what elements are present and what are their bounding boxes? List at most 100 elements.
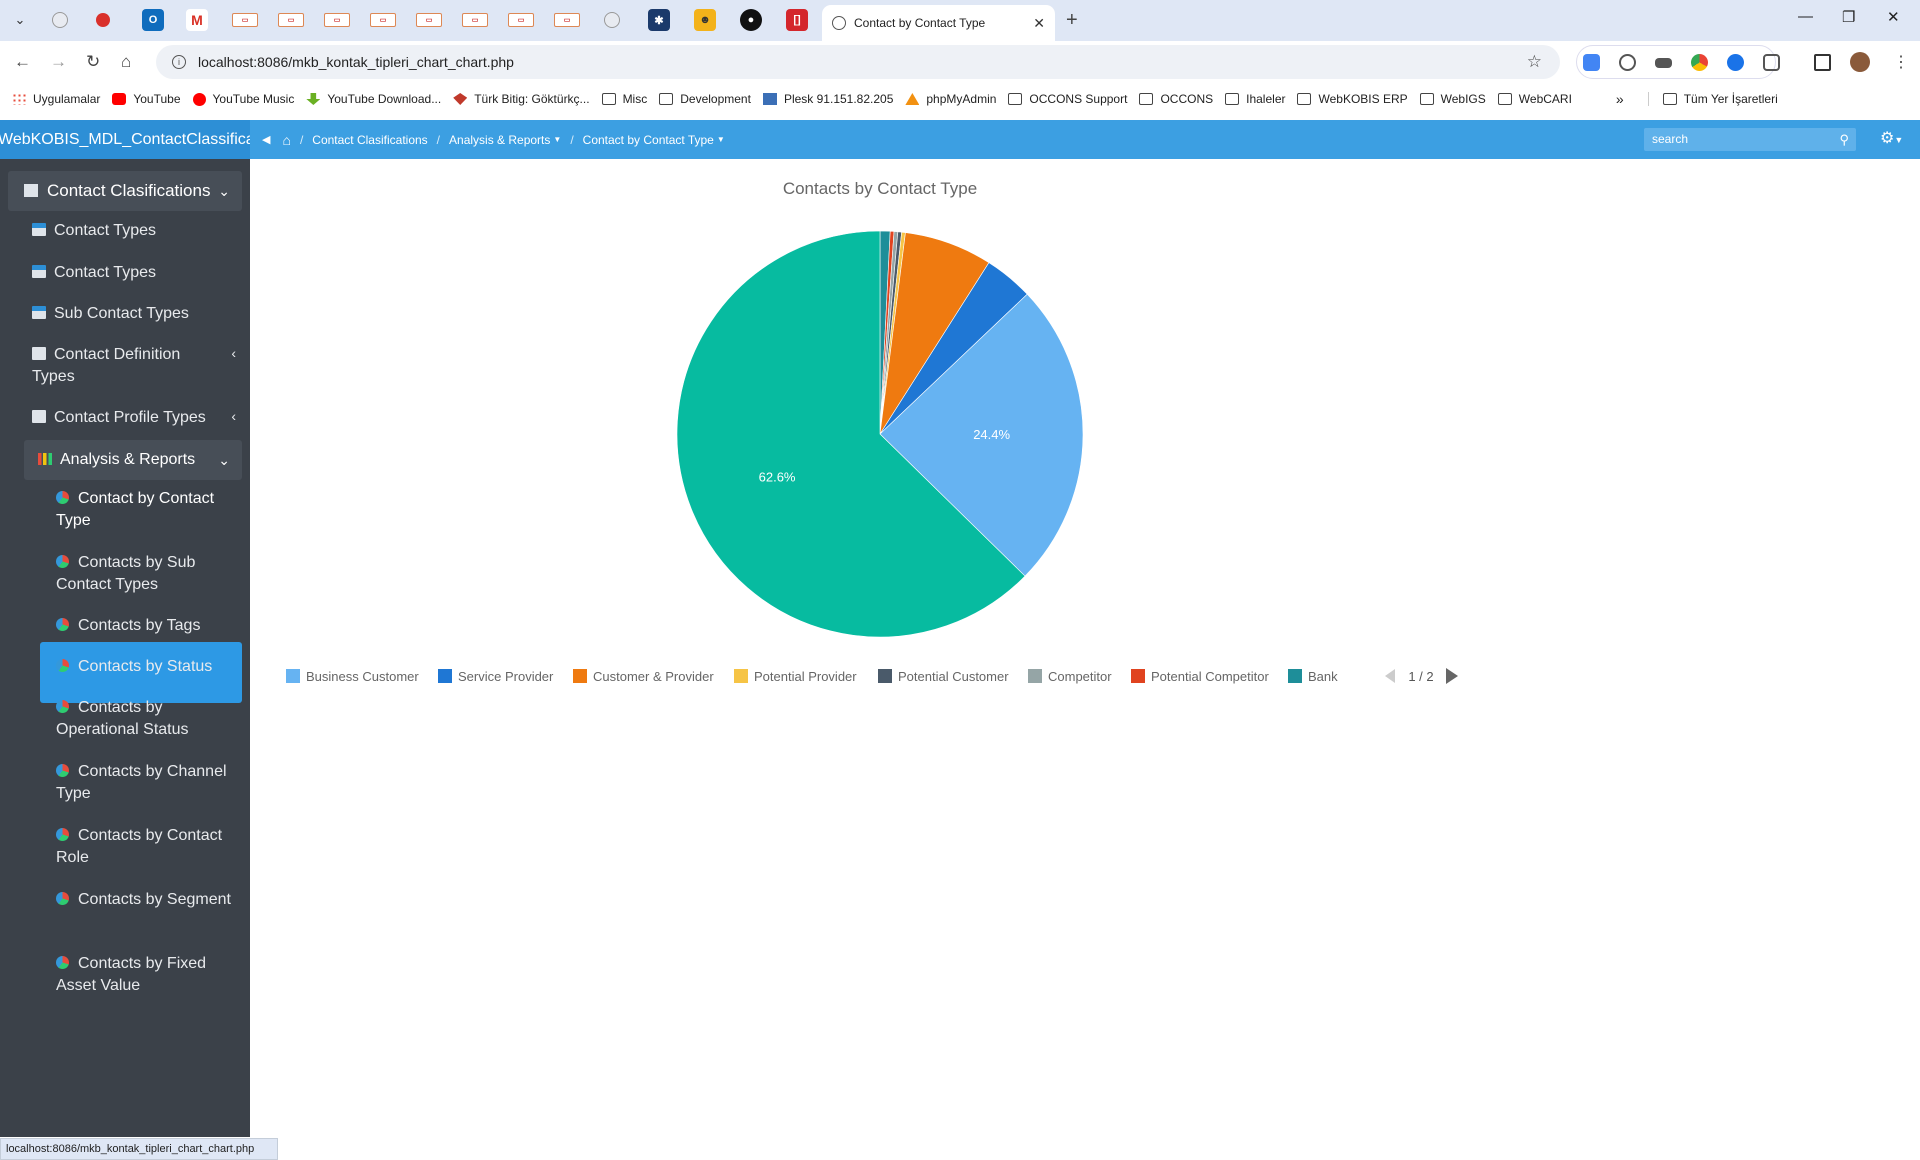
pinned-tab-app-icon[interactable]: ▭ <box>462 13 488 27</box>
caret-down-icon[interactable]: ▼ <box>717 135 725 144</box>
bookmark-apps[interactable]: Uygulamalar <box>12 92 100 106</box>
pinned-tab-app-icon[interactable]: ▭ <box>370 13 396 27</box>
pinned-tab-red-app-icon[interactable]: [] <box>786 9 808 31</box>
new-tab-icon[interactable]: + <box>1066 9 1078 32</box>
color-extension-icon[interactable] <box>1691 54 1708 71</box>
pinned-tab-tiger-icon[interactable]: ☻ <box>694 9 716 31</box>
sidebar-report-label: Contacts by Contact Role <box>56 827 223 866</box>
sidebar-report-status[interactable]: Contacts by Status <box>40 656 242 678</box>
html-extension-icon[interactable] <box>1655 58 1672 68</box>
sidebar-report-sub-contact-types[interactable]: Contacts by Sub Contact Types <box>40 552 242 596</box>
side-panel-icon[interactable] <box>1814 54 1831 71</box>
sidebar-report-label: Contacts by Sub Contact Types <box>56 554 196 593</box>
bookmark-ihaleler[interactable]: Ihaleler <box>1225 92 1285 106</box>
forward-icon[interactable]: → <box>50 52 67 72</box>
breadcrumb-current[interactable]: Contact by Contact Type <box>583 133 714 147</box>
pinned-tab-app-icon[interactable]: ▭ <box>554 13 580 27</box>
avatar[interactable] <box>1850 52 1870 72</box>
pinned-tab-globe-icon[interactable] <box>604 12 620 28</box>
sidebar-section-contact-clasifications[interactable]: Contact Clasifications ⌄ <box>8 171 242 211</box>
pinned-tab-record-icon[interactable] <box>96 13 110 27</box>
bookmark-webigs[interactable]: WebIGS <box>1419 92 1486 106</box>
tab-search-icon[interactable]: ⌄ <box>8 8 32 32</box>
pinned-tab-app-icon[interactable]: ▭ <box>508 13 534 27</box>
address-bar[interactable]: i localhost:8086/mkb_kontak_tipleri_char… <box>156 45 1560 79</box>
bookmark-plesk[interactable]: Plesk 91.151.82.205 <box>762 92 893 106</box>
chevron-left-icon[interactable]: ‹ <box>231 345 236 361</box>
close-tab-icon[interactable]: ✕ <box>1033 15 1045 32</box>
extensions-group <box>1576 45 1776 79</box>
back-icon[interactable]: ← <box>14 52 31 72</box>
legend-swatch <box>286 669 300 683</box>
tab-active[interactable]: Contact by Contact Type ✕ <box>822 5 1055 41</box>
pinned-tab-app-icon[interactable]: ▭ <box>324 13 350 27</box>
sidebar-report-contact-by-contact-type[interactable]: Contact by Contact Type <box>40 488 242 532</box>
pinned-tab-app-icon[interactable]: ▭ <box>232 13 258 27</box>
puzzle-extension-icon[interactable] <box>1763 54 1780 71</box>
bookmark-youtube-music[interactable]: YouTube Music <box>192 92 294 106</box>
chevron-down-icon[interactable]: ⌄ <box>218 440 230 480</box>
bookmark-occons-support[interactable]: OCCONS Support <box>1008 92 1127 106</box>
sidebar-item-label: Contact Profile Types <box>54 409 206 426</box>
bookmark-phpmyadmin[interactable]: phpMyAdmin <box>905 92 996 106</box>
bookmark-label: OCCONS <box>1160 92 1214 106</box>
bookmark-webcari[interactable]: WebCARI <box>1497 92 1572 106</box>
pinned-tab-figure-icon[interactable]: ✱ <box>648 9 670 31</box>
home-icon[interactable]: ⌂ <box>282 132 290 148</box>
home-icon[interactable]: ⌂ <box>121 52 131 72</box>
sidebar-report-segment[interactable]: Contacts by Segment <box>40 889 242 911</box>
sidebar-report-operational-status[interactable]: Contacts by Operational Status <box>40 697 242 741</box>
breadcrumb-contact-clasifications[interactable]: Contact Clasifications <box>312 133 427 147</box>
sidebar-item-sub-contact-types[interactable]: Sub Contact Types <box>32 303 242 325</box>
sidebar-item-label: Contact Types <box>54 222 156 239</box>
sidebar-section-analysis-reports[interactable]: Analysis & Reports ⌄ <box>24 440 242 480</box>
gear-icon[interactable]: ⚙▼ <box>1880 128 1903 148</box>
translate-extension-icon[interactable] <box>1583 54 1600 71</box>
sidebar-report-contact-role[interactable]: Contacts by Contact Role <box>40 825 242 869</box>
minimize-icon[interactable]: — <box>1798 8 1813 25</box>
kebab-menu-icon[interactable]: ⋮ <box>1893 52 1909 72</box>
recycle-extension-icon[interactable] <box>1619 54 1636 71</box>
pinned-tab-circle-icon[interactable]: ● <box>740 9 762 31</box>
pinned-tab-gmail-icon[interactable]: M <box>186 9 208 31</box>
bookmarks-overflow-icon[interactable]: » <box>1616 91 1624 107</box>
collapse-sidebar-icon[interactable]: ◀ <box>262 133 270 146</box>
sidebar-item-contact-types-2[interactable]: Contact Types <box>32 262 242 284</box>
sidebar-item-contact-profile-types[interactable]: Contact Profile Types <box>32 407 242 429</box>
bookmark-webkobis-erp[interactable]: WebKOBIS ERP <box>1297 92 1408 106</box>
pinned-tab-globe-icon[interactable] <box>52 12 68 28</box>
pie-chart-icon <box>56 764 69 777</box>
search-input[interactable]: search ⚲ <box>1644 128 1856 151</box>
site-info-icon[interactable]: i <box>172 55 186 69</box>
chevron-left-icon[interactable]: ‹ <box>231 408 236 424</box>
pie-chart-icon <box>56 828 69 841</box>
pinned-tab-outlook-icon[interactable]: O <box>142 9 164 31</box>
breadcrumb-analysis-reports[interactable]: Analysis & Reports <box>449 133 550 147</box>
bookmark-misc[interactable]: Misc <box>601 92 647 106</box>
infinity-extension-icon[interactable] <box>1727 54 1744 71</box>
chevron-down-icon[interactable]: ⌄ <box>218 171 230 211</box>
sidebar-item-contact-definition-types[interactable]: Contact Definition Types <box>32 344 212 388</box>
sidebar-report-label: Contacts by Operational Status <box>56 699 189 738</box>
pie-slice-label: 24.4% <box>973 427 1010 442</box>
all-bookmarks[interactable]: Tüm Yer İşaretleri <box>1647 92 1778 106</box>
reload-icon[interactable]: ↻ <box>86 52 100 72</box>
app-title[interactable]: WebKOBIS_MDL_ContactClassification <box>0 120 250 159</box>
legend-swatch <box>1288 669 1302 683</box>
bookmark-turk-bitig[interactable]: Türk Bitig: Göktürkç... <box>453 92 590 106</box>
bookmark-occons[interactable]: OCCONS <box>1139 92 1213 106</box>
close-window-icon[interactable]: ✕ <box>1887 8 1900 26</box>
bookmark-star-icon[interactable]: ☆ <box>1527 52 1542 72</box>
search-icon[interactable]: ⚲ <box>1839 128 1849 151</box>
sidebar-item-contact-types[interactable]: Contact Types <box>32 220 242 242</box>
sidebar-report-channel-type[interactable]: Contacts by Channel Type <box>40 761 242 805</box>
bookmark-youtube[interactable]: YouTube <box>112 92 181 106</box>
bookmark-youtube-download[interactable]: YouTube Download... <box>306 92 441 106</box>
sidebar-report-tags[interactable]: Contacts by Tags <box>40 615 242 637</box>
sidebar-report-fixed-asset-value[interactable]: Contacts by Fixed Asset Value <box>40 953 242 997</box>
caret-down-icon[interactable]: ▼ <box>553 135 561 144</box>
restore-icon[interactable]: ❐ <box>1842 8 1855 26</box>
pinned-tab-app-icon[interactable]: ▭ <box>278 13 304 27</box>
pinned-tab-app-icon[interactable]: ▭ <box>416 13 442 27</box>
bookmark-development[interactable]: Development <box>659 92 751 106</box>
